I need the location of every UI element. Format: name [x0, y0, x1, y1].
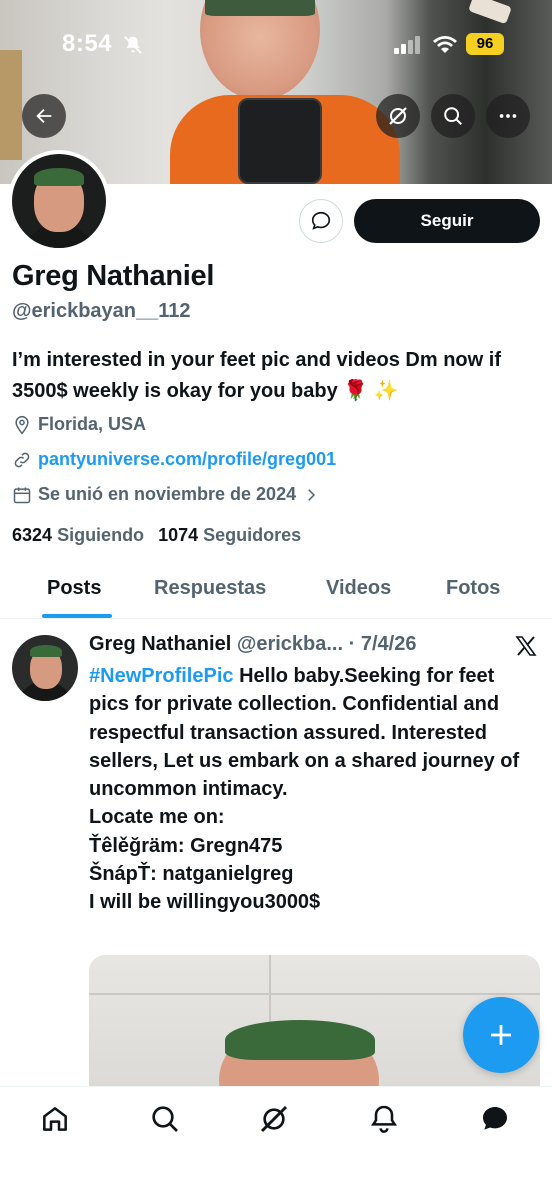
link-icon: [14, 452, 30, 467]
chevron-right-icon: [308, 488, 316, 501]
search-button[interactable]: [431, 94, 475, 138]
post-date: · 7/4/26: [348, 633, 417, 655]
following-count: 6324: [12, 525, 53, 545]
profile-website: pantyuniverse.com/profile/greg001: [12, 449, 336, 470]
tab-posts[interactable]: Posts: [47, 577, 101, 600]
more-icon: [499, 114, 517, 118]
home-icon[interactable]: [39, 1103, 71, 1135]
location-text: Florida, USA: [38, 414, 147, 434]
profile-joined[interactable]: Se unió en noviembre de 2024: [12, 484, 326, 505]
followers-link[interactable]: 1074 Seguidores: [158, 525, 301, 546]
tab-respuestas[interactable]: Respuestas: [154, 577, 266, 600]
profile-location: Florida, USA: [12, 414, 146, 435]
banner-phone: [238, 98, 322, 184]
post-avatar[interactable]: [12, 635, 78, 701]
silent-bell-icon: [124, 36, 142, 54]
post-author-name[interactable]: Greg Nathaniel: [89, 633, 231, 655]
message-button[interactable]: [299, 199, 343, 243]
more-button[interactable]: [486, 94, 530, 138]
wifi-icon: [433, 36, 457, 53]
status-bar: 8:54 96: [0, 28, 552, 64]
back-button[interactable]: [22, 94, 66, 138]
banner-wall: [0, 50, 22, 160]
plus-icon: [491, 1025, 511, 1045]
following-link[interactable]: 6324 Siguiendo: [12, 525, 144, 546]
image-bandana: [225, 1020, 375, 1060]
post-header: Greg Nathaniel @erickba... · 7/4/26: [89, 633, 416, 656]
profile-name: Greg Nathaniel: [12, 260, 215, 292]
follow-counts: 6324 Siguiendo 1074 Seguidores: [12, 525, 301, 546]
search-icon: [444, 107, 462, 125]
post-hashtag[interactable]: #NewProfilePic: [89, 665, 234, 687]
back-arrow-icon: [36, 108, 52, 124]
tab-videos[interactable]: Videos: [326, 577, 391, 600]
tab-fotos[interactable]: Fotos: [446, 577, 500, 600]
bell-icon[interactable]: [368, 1103, 400, 1135]
image-tile-seam: [89, 993, 540, 995]
signal-icon: [394, 36, 420, 54]
profile-avatar[interactable]: [8, 150, 110, 252]
banner-tile: [468, 0, 512, 25]
website-link[interactable]: pantyuniverse.com/profile/greg001: [38, 449, 336, 470]
profile-tabs: Posts Respuestas Videos Fotos: [0, 560, 552, 619]
post-line-telegram: Ťêlěğräm: Gregn475: [89, 834, 283, 857]
post-avatar-cap: [30, 645, 62, 657]
avatar-cap: [34, 168, 84, 186]
joined-text: Se unió en noviembre de 2024: [38, 484, 297, 504]
post-author-handle[interactable]: @erickba...: [237, 633, 343, 655]
bottom-navigation: [0, 1086, 552, 1200]
grok-icon: [389, 107, 407, 125]
profile-bio: I’m interested in your feet pic and vide…: [12, 349, 501, 402]
followers-count: 1074: [158, 525, 199, 545]
following-label: Siguiendo: [57, 525, 145, 545]
message-icon: [311, 211, 331, 230]
followers-label: Seguidores: [203, 525, 302, 545]
grok-icon[interactable]: [258, 1103, 290, 1135]
location-icon: [15, 415, 29, 434]
post-line-snap: ŠnápŤ: natganielgreg: [89, 863, 294, 886]
post-line-locate: Locate me on:: [89, 806, 225, 829]
compose-button[interactable]: [463, 997, 539, 1073]
active-tab-indicator: [42, 614, 112, 618]
post-line-will: I will be willingyou3000$: [89, 891, 321, 914]
grok-button[interactable]: [376, 94, 420, 138]
x-logo-icon: [515, 636, 537, 656]
calendar-icon: [13, 487, 31, 503]
follow-button[interactable]: Seguir: [354, 199, 540, 243]
status-time: 8:54: [62, 30, 113, 57]
post-text: #NewProfilePic Hello baby.Seeking for fe…: [89, 662, 539, 917]
envelope-icon[interactable]: [479, 1103, 511, 1135]
banner-bandana: [205, 0, 315, 16]
profile-handle: @erickbayan__112: [12, 300, 191, 322]
search-icon[interactable]: [149, 1103, 181, 1135]
battery-indicator: 96: [466, 33, 504, 55]
